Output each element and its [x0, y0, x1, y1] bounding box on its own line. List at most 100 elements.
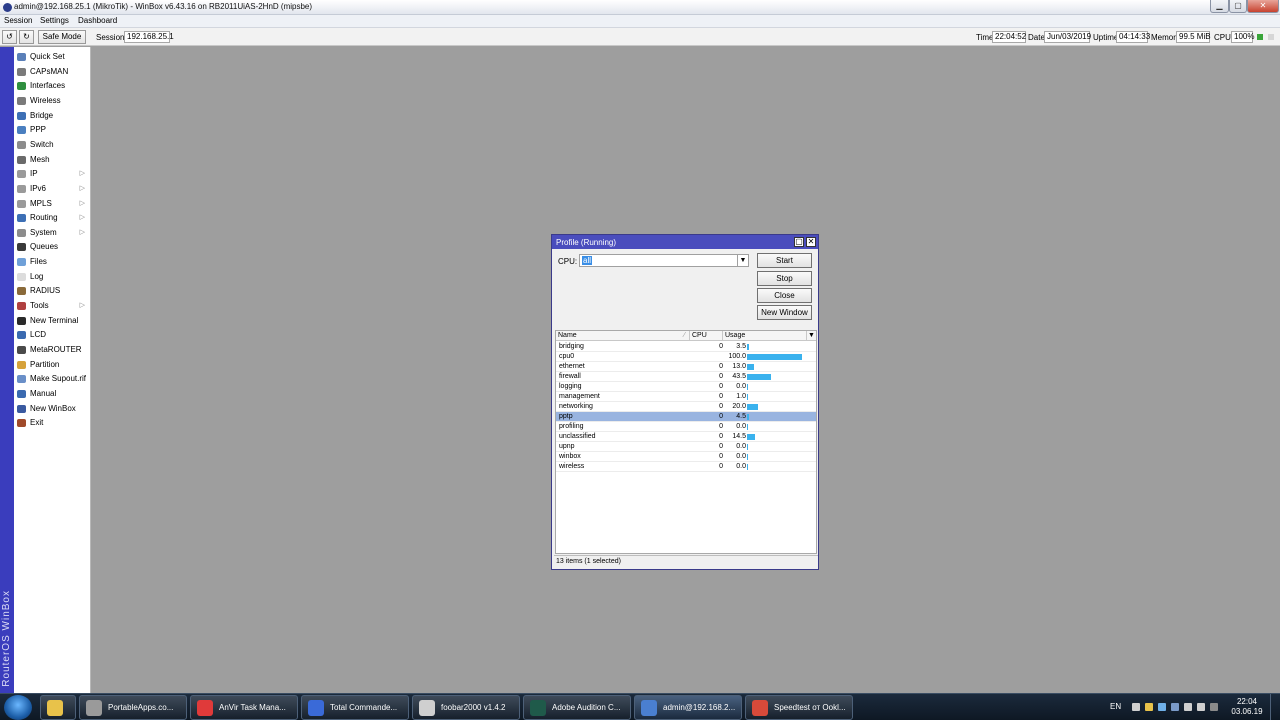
status-bar: 13 items (1 selected)	[554, 555, 818, 569]
sidebar-item-radius[interactable]: RADIUS	[14, 284, 91, 298]
sidebar-item-queues[interactable]: Queues	[14, 240, 91, 254]
column-menu-icon[interactable]: ▼	[807, 331, 816, 341]
tray-icon[interactable]	[1171, 703, 1179, 711]
close-button[interactable]: ✕	[1247, 0, 1279, 13]
tray-icon[interactable]	[1210, 703, 1218, 711]
column-header-usage[interactable]: Usage	[723, 331, 807, 341]
row-usage: 13.0	[732, 363, 746, 370]
taskbar-item[interactable]: foobar2000 v1.4.2	[412, 695, 520, 720]
tray-icon[interactable]	[1158, 703, 1166, 711]
sidebar-item-new-winbox[interactable]: New WinBox	[14, 402, 91, 416]
sidebar-item-ppp[interactable]: PPP	[14, 123, 91, 137]
sidebar-item-label: CAPsMAN	[30, 66, 69, 76]
metarouter-icon	[17, 346, 26, 354]
sidebar-item-label: Bridge	[30, 110, 54, 120]
sidebar-item-label: Partition	[30, 359, 60, 369]
sidebar-item-ipv6[interactable]: IPv6 ▷	[14, 182, 91, 196]
profile-title-bar[interactable]: Profile (Running) ▢ ✕	[552, 235, 818, 249]
sidebar-item-mesh[interactable]: Mesh	[14, 153, 91, 167]
sidebar-item-bridge[interactable]: Bridge	[14, 109, 91, 123]
taskbar-item[interactable]: AnVir Task Mana...	[190, 695, 298, 720]
menu-dashboard[interactable]: Dashboard	[78, 16, 117, 25]
sidebar-item-label: Manual	[30, 388, 57, 398]
usage-bar	[747, 454, 748, 460]
tray-icon[interactable]	[1132, 703, 1140, 711]
safe-mode-button[interactable]: Safe Mode	[38, 30, 86, 44]
table-row[interactable]: winbox 0 0.0	[556, 452, 816, 462]
language-indicator[interactable]: EN	[1110, 702, 1121, 711]
sidebar-item-metarouter[interactable]: MetaROUTER	[14, 343, 91, 357]
sidebar-item-new-terminal[interactable]: New Terminal	[14, 314, 91, 328]
table-row[interactable]: networking 0 20.0	[556, 402, 816, 412]
taskbar-item[interactable]: Speedtest от Ookl...	[745, 695, 853, 720]
taskbar-item[interactable]: PortableApps.co...	[79, 695, 187, 720]
close-button[interactable]: Close	[757, 288, 812, 303]
radius-icon	[17, 287, 26, 296]
table-row[interactable]: upnp 0 0.0	[556, 442, 816, 452]
tray-icon[interactable]	[1184, 703, 1192, 711]
usage-bar	[747, 464, 748, 470]
sidebar-item-switch[interactable]: Switch	[14, 138, 91, 152]
table-row[interactable]: cpu0 100.0	[556, 352, 816, 362]
table-row[interactable]: firewall 0 43.5	[556, 372, 816, 382]
table-row[interactable]: logging 0 0.0	[556, 382, 816, 392]
time-label: Time	[976, 33, 994, 42]
table-row[interactable]: unclassified 0 14.5	[556, 432, 816, 442]
column-header-name[interactable]: Name ⁄	[556, 331, 690, 341]
sidebar-item-log[interactable]: Log	[14, 270, 91, 284]
cpu-select[interactable]: all ▼	[579, 254, 749, 267]
stop-button[interactable]: Stop	[757, 271, 812, 286]
sidebar-item-routing[interactable]: Routing ▷	[14, 211, 91, 225]
sidebar-item-exit[interactable]: Exit	[14, 416, 91, 430]
sidebar-item-partition[interactable]: Partition	[14, 358, 91, 372]
taskbar-item[interactable]: Adobe Audition C...	[523, 695, 631, 720]
dropdown-arrow-icon[interactable]: ▼	[737, 255, 748, 266]
taskbar-item[interactable]: Total Commande...	[301, 695, 409, 720]
table-row[interactable]: profiling 0 0.0	[556, 422, 816, 432]
profile-maximize-icon[interactable]: ▢	[794, 237, 804, 247]
sidebar-item-label: LCD	[30, 330, 47, 340]
table-row[interactable]: bridging 0 3.5	[556, 342, 816, 352]
show-desktop-button[interactable]	[1270, 694, 1280, 720]
undo-icon[interactable]: ↺	[2, 30, 17, 44]
tray-icon[interactable]	[1197, 703, 1205, 711]
cpu-value: 100%	[1231, 31, 1254, 43]
table-row[interactable]: ethernet 0 13.0	[556, 362, 816, 372]
portableapps-icon	[86, 700, 102, 716]
minimize-button[interactable]: ▁	[1210, 0, 1229, 13]
sidebar-item-tools[interactable]: Tools ▷	[14, 299, 91, 313]
submenu-arrow-icon: ▷	[79, 302, 85, 310]
column-header-cpu[interactable]: CPU	[690, 331, 723, 341]
sidebar-item-capsman[interactable]: CAPsMAN	[14, 65, 91, 79]
sidebar-item-quick-set[interactable]: Quick Set	[14, 50, 91, 64]
table-row[interactable]: pptp 0 4.5	[556, 412, 816, 422]
sidebar-item-files[interactable]: Files	[14, 255, 91, 269]
menu-settings[interactable]: Settings	[40, 16, 69, 25]
start-button[interactable]: Start	[757, 253, 812, 268]
redo-icon[interactable]: ↻	[19, 30, 34, 44]
session-field[interactable]: 192.168.25.1	[124, 31, 174, 43]
sidebar-item-system[interactable]: System ▷	[14, 226, 91, 240]
table-row[interactable]: wireless 0 0.0	[556, 462, 816, 472]
supout-icon	[17, 375, 26, 384]
sidebar-item-interfaces[interactable]: Interfaces	[14, 79, 91, 93]
taskbar-item[interactable]	[40, 695, 76, 720]
manual-icon	[17, 389, 26, 398]
profile-close-icon[interactable]: ✕	[806, 237, 816, 247]
sidebar-item-mpls[interactable]: MPLS ▷	[14, 197, 91, 211]
new-window-button[interactable]: New Window	[757, 305, 812, 320]
sidebar-item-manual[interactable]: Manual	[14, 387, 91, 401]
maximize-button[interactable]: ▢	[1229, 0, 1247, 13]
table-row[interactable]: management 0 1.0	[556, 392, 816, 402]
tray-icon[interactable]	[1145, 703, 1153, 711]
anvir-icon	[197, 700, 213, 716]
sidebar-item-ip[interactable]: IP ▷	[14, 167, 91, 181]
menu-session[interactable]: Session	[4, 16, 32, 25]
clock[interactable]: 22:04 03.06.19	[1228, 697, 1266, 717]
taskbar-item-label: foobar2000 v1.4.2	[441, 703, 506, 712]
sidebar-item-make-supout-rif[interactable]: Make Supout.rif	[14, 372, 91, 386]
sidebar-item-lcd[interactable]: LCD	[14, 328, 91, 342]
taskbar-item[interactable]: admin@192.168.2...	[634, 695, 742, 720]
start-button[interactable]	[4, 695, 32, 720]
sidebar-item-wireless[interactable]: Wireless	[14, 94, 91, 108]
